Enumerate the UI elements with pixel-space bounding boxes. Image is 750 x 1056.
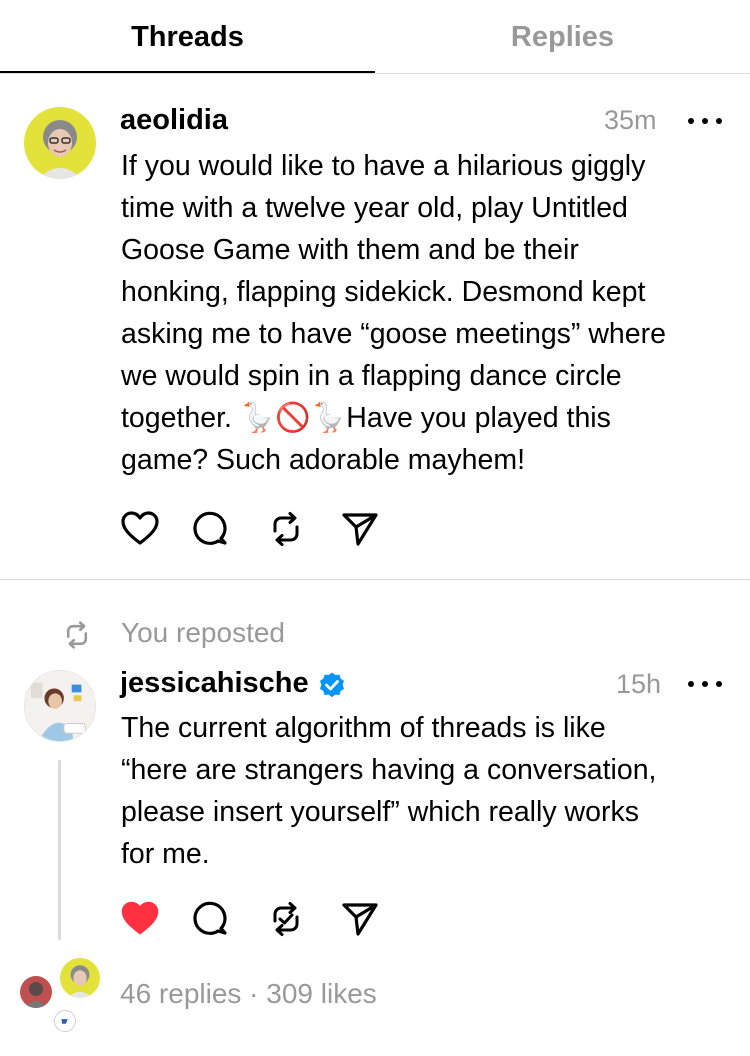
heart-icon[interactable]: [120, 899, 160, 939]
post-username[interactable]: jessicahische: [120, 667, 309, 700]
verified-badge-icon: [318, 671, 346, 699]
post-time: 15h: [616, 669, 662, 699]
replier-avatar: [20, 976, 52, 1008]
repost-label: You reposted: [121, 617, 285, 648]
avatar-jessicahische[interactable]: [24, 670, 96, 742]
tab-threads[interactable]: Threads: [0, 0, 375, 74]
post-divider: [0, 579, 750, 580]
post-username[interactable]: aeolidia: [120, 104, 228, 137]
avatar-aeolidia[interactable]: [24, 107, 96, 179]
tab-bar: Threads Replies: [0, 0, 750, 74]
post-time: 35m: [604, 105, 657, 135]
post-actions: [120, 509, 380, 549]
replier-avatar: [54, 1010, 76, 1032]
more-icon[interactable]: [688, 111, 722, 131]
heart-icon[interactable]: [120, 509, 160, 549]
comment-icon[interactable]: [190, 899, 230, 939]
post-body: If you would like to have a hilarious gi…: [121, 150, 666, 476]
more-icon[interactable]: [688, 674, 722, 694]
reply-like-counts[interactable]: 46 replies · 309 likes: [120, 978, 377, 1010]
post-body: The current algorithm of threads is like…: [121, 712, 657, 870]
repost-small-icon: [61, 619, 93, 651]
repost-icon[interactable]: [266, 509, 306, 549]
post-actions: [120, 899, 380, 939]
thread-connector-line: [58, 760, 61, 940]
comment-icon[interactable]: [190, 509, 230, 549]
tab-replies[interactable]: Replies: [375, 0, 750, 74]
repost-icon[interactable]: [266, 899, 306, 939]
send-icon[interactable]: [340, 899, 380, 939]
active-tab-indicator: [0, 71, 375, 73]
send-icon[interactable]: [340, 509, 380, 549]
replier-avatar: [60, 958, 100, 998]
